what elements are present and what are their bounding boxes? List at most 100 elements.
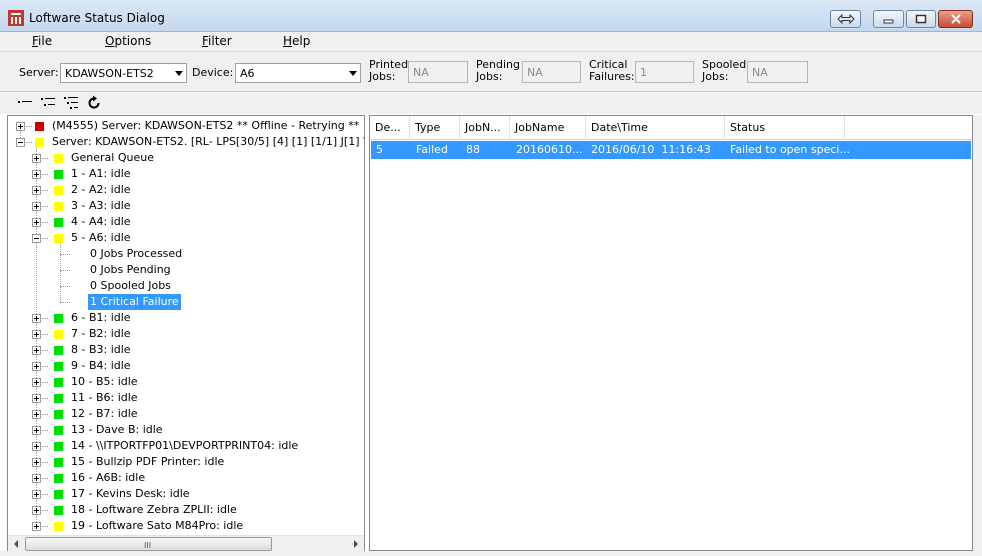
tree-item[interactable]: 0 Jobs Pending	[8, 262, 364, 278]
expand-plus-icon[interactable]	[32, 474, 41, 483]
scrollbar-thumb[interactable]: III	[25, 537, 272, 551]
table-row[interactable]: 5 Failed 88 20160610... 2016/06/10 11:16…	[371, 141, 971, 159]
column-header-status[interactable]: Status	[725, 116, 845, 140]
restore-size-button[interactable]	[830, 10, 861, 28]
collapse-minus-icon[interactable]	[16, 138, 25, 147]
device-select[interactable]: A6	[235, 63, 361, 83]
server-select[interactable]: KDAWSON-ETS2	[60, 63, 187, 83]
critical-failures-label-line2: Failures:	[589, 70, 635, 83]
expand-plus-icon[interactable]	[32, 346, 41, 355]
expand-all-icon[interactable]	[63, 95, 79, 111]
expand-plus-icon[interactable]	[32, 378, 41, 387]
column-header-type[interactable]: Type	[410, 116, 460, 140]
tree-item[interactable]: 5 - A6: idle	[8, 230, 364, 246]
expand-plus-icon[interactable]	[32, 170, 41, 179]
expand-plus-icon[interactable]	[32, 202, 41, 211]
expand-plus-icon[interactable]	[32, 506, 41, 515]
tree-item[interactable]: 7 - B2: idle	[8, 326, 364, 342]
column-header-date-time[interactable]: Date\Time	[586, 116, 725, 140]
tree-item[interactable]: 0 Jobs Processed	[8, 246, 364, 262]
expand-plus-icon[interactable]	[32, 330, 41, 339]
tree-item[interactable]: 11 - B6: idle	[8, 390, 364, 406]
expand-plus-icon[interactable]	[32, 154, 41, 163]
expand-plus-icon[interactable]	[32, 186, 41, 195]
tree-item[interactable]: 4 - A4: idle	[8, 214, 364, 230]
tree-item[interactable]: (M4555) Server: KDAWSON-ETS2 ** Offline …	[8, 118, 364, 134]
tree-toolbar	[0, 92, 982, 114]
expand-plus-icon[interactable]	[32, 410, 41, 419]
tree-guide-line	[42, 510, 48, 511]
loftware-app-icon	[8, 10, 24, 26]
tree-item[interactable]: 1 Critical Failure	[8, 294, 364, 310]
expand-plus-icon[interactable]	[32, 442, 41, 451]
tree-guide-line	[42, 526, 48, 527]
scroll-left-icon[interactable]	[8, 536, 25, 552]
tree-item[interactable]: 1 - A1: idle	[8, 166, 364, 182]
tree-item[interactable]: 16 - A6B: idle	[8, 470, 364, 486]
tree-item[interactable]: 6 - B1: idle	[8, 310, 364, 326]
expand-plus-icon[interactable]	[32, 314, 41, 323]
column-header-job-name[interactable]: JobName	[510, 116, 586, 140]
tree-item[interactable]: 12 - B7: idle	[8, 406, 364, 422]
expand-plus-icon[interactable]	[32, 394, 41, 403]
tree-guide-line	[60, 254, 70, 255]
expand-plus-icon[interactable]	[32, 362, 41, 371]
status-green-icon	[54, 170, 63, 179]
tree-item-label: 0 Spooled Jobs	[90, 279, 171, 292]
maximize-button[interactable]	[906, 10, 936, 28]
tree-item[interactable]: 9 - B4: idle	[8, 358, 364, 374]
expand-plus-icon[interactable]	[32, 218, 41, 227]
tree-item[interactable]: 14 - \\ITPORTFP01\DEVPORTPRINT04: idle	[8, 438, 364, 454]
spooled-jobs-label: Spooled Jobs:	[702, 59, 746, 83]
tree-guide-line	[60, 270, 70, 271]
tree-guide-line	[26, 142, 32, 143]
tree-item[interactable]: 3 - A3: idle	[8, 198, 364, 214]
column-header-device[interactable]: De...	[370, 116, 410, 140]
tree-guide-line	[60, 286, 70, 287]
expand-one-level-icon[interactable]	[40, 95, 56, 111]
menu-filter[interactable]: Filter	[202, 34, 232, 48]
tree-item[interactable]: 15 - Bullzip PDF Printer: idle	[8, 454, 364, 470]
collapse-minus-icon[interactable]	[32, 234, 41, 243]
tree-item[interactable]: Server: KDAWSON-ETS2. [RL- LPS[30/5] [4]…	[8, 134, 364, 150]
cell-job-number: 88	[466, 143, 480, 156]
tree-guide-line	[42, 494, 48, 495]
minimize-button[interactable]	[873, 10, 904, 28]
collapse-tree-icon[interactable]	[17, 95, 33, 111]
close-button[interactable]	[938, 10, 973, 28]
expand-plus-icon[interactable]	[16, 122, 25, 131]
status-green-icon	[54, 410, 63, 419]
menu-file[interactable]: File	[32, 34, 52, 48]
title-bar[interactable]: Loftware Status Dialog	[0, 0, 982, 32]
refresh-icon[interactable]	[86, 95, 102, 111]
tree-item-label: 3 - A3: idle	[71, 199, 131, 212]
status-green-icon	[54, 394, 63, 403]
tree-item[interactable]: 18 - Loftware Zebra ZPLII: idle	[8, 502, 364, 518]
scroll-right-icon[interactable]	[347, 536, 364, 552]
cell-job-name: 20160610...	[516, 143, 583, 156]
status-yellow-icon	[54, 330, 63, 339]
expand-plus-icon[interactable]	[32, 490, 41, 499]
tree-item[interactable]: 19 - Loftware Sato M84Pro: idle	[8, 518, 364, 534]
jobs-list[interactable]: De... Type JobN... JobName Date\Time Sta…	[369, 115, 973, 551]
tree-item[interactable]: General Queue	[8, 150, 364, 166]
tree-item-label: 8 - B3: idle	[71, 343, 131, 356]
pending-jobs-label: Pending Jobs:	[476, 59, 520, 83]
expand-plus-icon[interactable]	[32, 426, 41, 435]
tree-item-label: Server: KDAWSON-ETS2. [RL- LPS[30/5] [4]…	[52, 135, 365, 148]
tree-item[interactable]: 13 - Dave B: idle	[8, 422, 364, 438]
printer-tree[interactable]: (M4555) Server: KDAWSON-ETS2 ** Offline …	[7, 115, 365, 551]
expand-plus-icon[interactable]	[32, 522, 41, 531]
status-green-icon	[54, 362, 63, 371]
menu-help[interactable]: Help	[283, 34, 310, 48]
tree-item[interactable]: 10 - B5: idle	[8, 374, 364, 390]
tree-item[interactable]: 2 - A2: idle	[8, 182, 364, 198]
tree-item[interactable]: 17 - Kevins Desk: idle	[8, 486, 364, 502]
tree-item[interactable]: 8 - B3: idle	[8, 342, 364, 358]
tree-item-label: 2 - A2: idle	[71, 183, 131, 196]
menu-options[interactable]: Options	[105, 34, 151, 48]
tree-item[interactable]: 0 Spooled Jobs	[8, 278, 364, 294]
expand-plus-icon[interactable]	[32, 458, 41, 467]
tree-horizontal-scrollbar[interactable]: III	[8, 535, 364, 551]
column-header-job-number[interactable]: JobN...	[460, 116, 510, 140]
